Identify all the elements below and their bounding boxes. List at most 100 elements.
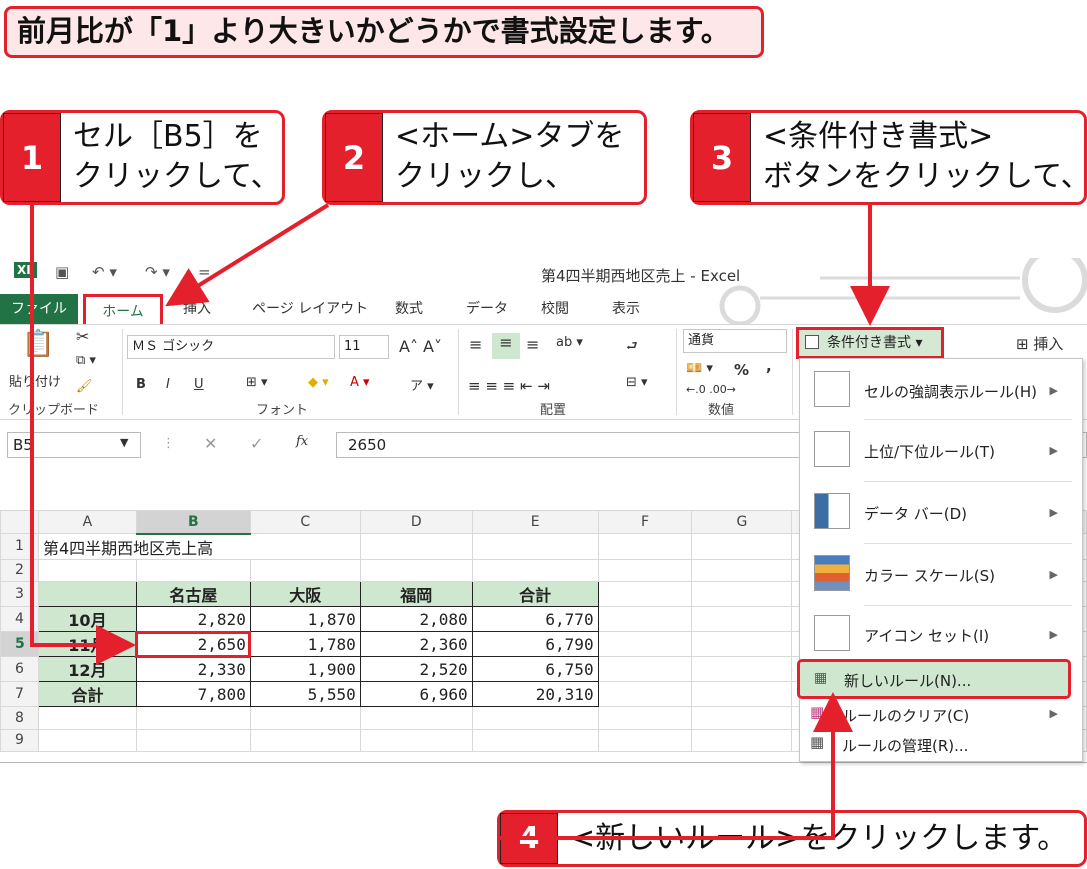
- tab-review[interactable]: 校閲: [541, 298, 569, 318]
- cell[interactable]: [691, 581, 793, 607]
- cut-icon[interactable]: ✂: [76, 327, 89, 346]
- cell-value[interactable]: 5,550: [249, 681, 361, 707]
- row-header[interactable]: 3: [0, 581, 39, 607]
- row-header[interactable]: 8: [0, 706, 39, 730]
- column-header[interactable]: G: [691, 510, 793, 534]
- menu-item-icon-sets[interactable]: アイコン セット(I) ▶: [800, 615, 1082, 655]
- underline-button[interactable]: U: [194, 377, 204, 392]
- column-header[interactable]: E: [471, 510, 599, 534]
- bottom-align-icon[interactable]: ≡: [526, 335, 539, 354]
- cell[interactable]: [691, 606, 793, 632]
- row-header[interactable]: 2: [0, 558, 39, 582]
- row-header[interactable]: 4: [0, 606, 39, 632]
- border-icon[interactable]: ⊞ ▾: [246, 375, 268, 390]
- cell[interactable]: [471, 728, 599, 752]
- customize-qat-icon[interactable]: =: [198, 263, 211, 281]
- row-header[interactable]: 9: [0, 728, 39, 752]
- row-header[interactable]: 6: [0, 656, 39, 682]
- cell[interactable]: [249, 558, 361, 582]
- cell[interactable]: [691, 728, 793, 752]
- cell[interactable]: [597, 706, 693, 730]
- undo-icon[interactable]: ↶ ▾: [92, 263, 117, 281]
- cell-row-label[interactable]: 11月: [37, 631, 137, 657]
- cell-header[interactable]: 福岡: [359, 581, 473, 607]
- cell-value[interactable]: 20,310: [471, 681, 599, 707]
- column-header[interactable]: D: [359, 510, 473, 534]
- insert-function-icon[interactable]: fx: [296, 434, 308, 449]
- font-name-select[interactable]: ＭＳ ゴシック: [127, 335, 335, 359]
- cell-value[interactable]: 1,900: [249, 656, 361, 682]
- select-all-corner[interactable]: [0, 510, 39, 534]
- format-painter-icon[interactable]: 🖌: [76, 379, 93, 394]
- cell-value[interactable]: 6,770: [471, 606, 599, 632]
- tab-view[interactable]: 表示: [612, 298, 640, 318]
- orientation-icon[interactable]: ab ▾: [556, 335, 583, 350]
- cell[interactable]: [135, 558, 251, 582]
- menu-item-highlight-rules[interactable]: セルの強調表示ルール(H) ▶: [800, 371, 1082, 411]
- comma-button[interactable]: ,: [766, 357, 772, 375]
- cell[interactable]: [597, 533, 693, 560]
- grow-font-icon[interactable]: A˄ A˅: [399, 337, 442, 356]
- menu-item-clear-rules[interactable]: ▦ ルールのクリア(C) ▶: [800, 703, 1082, 729]
- cell-value[interactable]: 2,820: [135, 606, 251, 632]
- font-color-icon[interactable]: A ▾: [350, 375, 370, 390]
- name-box-dropdown-icon[interactable]: ▼: [120, 436, 128, 449]
- cell-value[interactable]: 6,960: [359, 681, 473, 707]
- cell-value[interactable]: 1,870: [249, 606, 361, 632]
- cell-value[interactable]: 1,780: [249, 631, 361, 657]
- cell[interactable]: [249, 706, 361, 730]
- menu-item-data-bars[interactable]: データ バー(D) ▶: [800, 493, 1082, 533]
- cell-value[interactable]: 6,750: [471, 656, 599, 682]
- cell[interactable]: [37, 706, 137, 730]
- merge-center-icon[interactable]: ⊟ ▾: [626, 375, 648, 390]
- cell[interactable]: [37, 558, 137, 582]
- tab-formulas[interactable]: 数式: [395, 298, 423, 318]
- menu-item-top-bottom-rules[interactable]: 上位/下位ルール(T) ▶: [800, 431, 1082, 471]
- phonetic-icon[interactable]: ア ▾: [410, 375, 434, 394]
- tab-file[interactable]: ファイル: [0, 294, 78, 324]
- currency-icon[interactable]: 💴 ▾: [686, 361, 713, 376]
- cell[interactable]: [691, 706, 793, 730]
- cell[interactable]: [359, 533, 473, 560]
- enter-icon[interactable]: ✓: [250, 434, 263, 453]
- menu-item-new-rule[interactable]: ▦ 新しいルール(N)...: [797, 659, 1071, 699]
- cell-b5-selected[interactable]: 2,650: [135, 630, 252, 658]
- cell-value[interactable]: 2,330: [135, 656, 251, 682]
- bold-button[interactable]: B: [136, 377, 146, 392]
- cell[interactable]: [135, 728, 251, 752]
- cell[interactable]: [597, 681, 693, 707]
- cell-value[interactable]: 2,080: [359, 606, 473, 632]
- cell-header[interactable]: 大阪: [249, 581, 361, 607]
- wrap-text-icon[interactable]: ⮐: [626, 337, 638, 359]
- cell-value[interactable]: 6,790: [471, 631, 599, 657]
- number-format-select[interactable]: 通貨: [683, 329, 787, 353]
- column-header[interactable]: A: [37, 510, 137, 534]
- cell-header[interactable]: 合計: [471, 581, 599, 607]
- save-icon[interactable]: ▣: [55, 263, 69, 281]
- cell-row-label[interactable]: 10月: [37, 606, 137, 632]
- cell[interactable]: [597, 728, 693, 752]
- cell[interactable]: [359, 558, 473, 582]
- cell[interactable]: [359, 728, 473, 752]
- paste-button-label[interactable]: 貼り付け: [9, 371, 61, 390]
- percent-button[interactable]: %: [734, 361, 749, 379]
- tab-data[interactable]: データ: [466, 298, 508, 318]
- italic-button[interactable]: I: [166, 377, 170, 392]
- cell[interactable]: [691, 681, 793, 707]
- cell-header[interactable]: 名古屋: [135, 581, 251, 607]
- tab-insert[interactable]: 挿入: [183, 298, 211, 318]
- redo-icon[interactable]: ↷ ▾: [145, 263, 170, 281]
- column-header[interactable]: F: [597, 510, 693, 534]
- cell-value[interactable]: 2,520: [359, 656, 473, 682]
- row-header[interactable]: 5: [0, 631, 39, 657]
- cell[interactable]: [471, 533, 599, 560]
- menu-item-manage-rules[interactable]: ▦ ルールの管理(R)...: [800, 733, 1082, 759]
- tab-page-layout[interactable]: ページ レイアウト: [252, 298, 368, 318]
- tab-home[interactable]: ホーム: [83, 294, 163, 328]
- cell-value[interactable]: 7,800: [135, 681, 251, 707]
- cell[interactable]: [471, 558, 599, 582]
- cell[interactable]: [597, 606, 693, 632]
- cell[interactable]: [691, 533, 793, 560]
- cell[interactable]: [37, 728, 137, 752]
- cell[interactable]: [597, 631, 693, 657]
